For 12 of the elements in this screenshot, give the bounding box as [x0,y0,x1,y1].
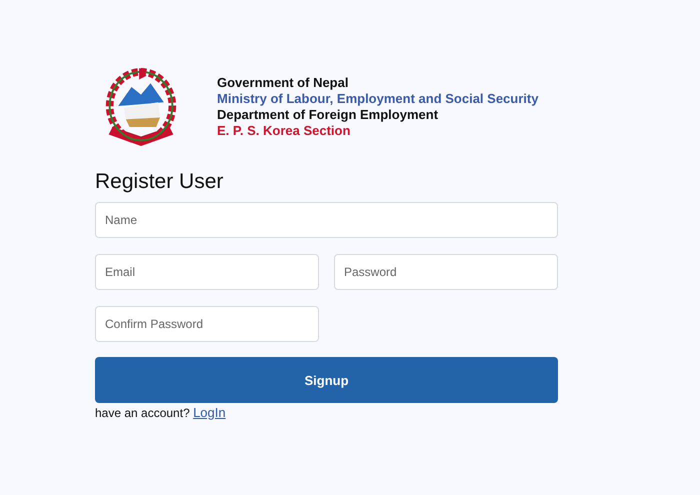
header-text: Government of Nepal [217,75,350,91]
input-field[interactable]: Name [95,202,558,238]
input-field[interactable]: Email [95,254,319,290]
signup-button[interactable]: Signup [95,357,558,403]
form-title: Register User [95,170,224,194]
account-prompt: have an account? LogIn [95,405,227,420]
header-text: Department of Foreign Employment [217,107,440,123]
input-field[interactable]: Confirm Password [95,306,319,342]
input-field[interactable]: Password [334,254,558,290]
header-text: Ministry of Labour, Employment and Social Security [217,91,538,107]
login-link[interactable]: LogIn [193,405,226,420]
header-text: E. P. S. Korea Section [217,123,352,139]
